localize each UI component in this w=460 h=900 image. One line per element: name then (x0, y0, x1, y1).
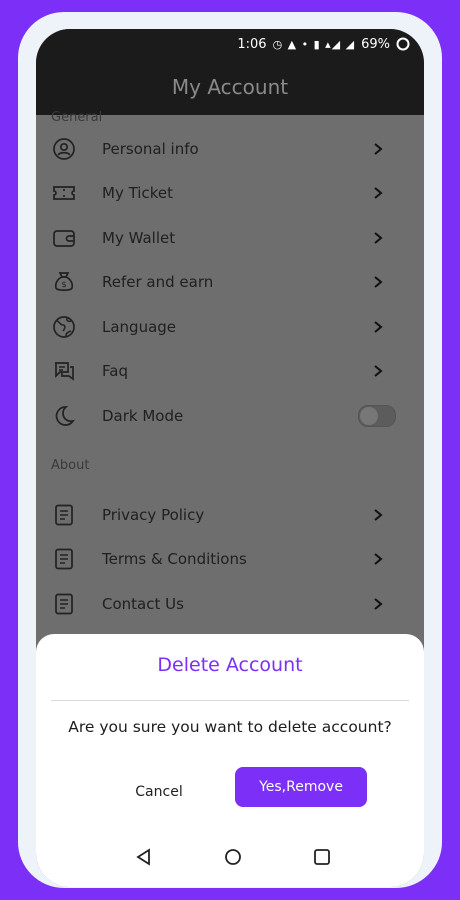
menu-item-label: Privacy Policy (102, 506, 205, 524)
menu-item-label: My Wallet (102, 229, 176, 247)
ticket-icon (53, 186, 75, 200)
status-bar: 1:06 ◷ ▲ • ▮ ▴◢ ◢ 69% (36, 29, 424, 59)
dialog-title: Delete Account (157, 654, 303, 676)
confirm-remove-button[interactable]: Yes,Remove (235, 767, 367, 807)
menu-item-language[interactable]: Language (36, 307, 424, 347)
chevron-right-icon (374, 232, 383, 244)
section-about-label: About (51, 458, 90, 473)
chevron-right-icon (374, 276, 383, 288)
menu-item-privacy-policy[interactable]: Privacy Policy (36, 495, 424, 535)
document-icon (55, 504, 73, 526)
moon-icon (55, 406, 75, 426)
home-icon[interactable] (223, 847, 243, 867)
phone-screen: 1:06 ◷ ▲ • ▮ ▴◢ ◢ 69% My Account General… (36, 29, 424, 887)
chevron-right-icon (374, 143, 383, 155)
globe-icon (53, 316, 75, 338)
page-title: My Account (171, 75, 289, 99)
menu-item-personal-info[interactable]: Personal info (36, 129, 424, 169)
dark-mode-toggle[interactable] (358, 405, 396, 427)
menu-item-label: Terms & Conditions (102, 550, 247, 568)
menu-item-label: My Ticket (102, 184, 173, 202)
menu-item-label: Dark Mode (102, 407, 184, 425)
chevron-right-icon (374, 187, 383, 199)
wallet-icon (53, 230, 75, 247)
document-icon (55, 593, 73, 615)
chat-question-icon (55, 362, 74, 381)
menu-item-label: Faq (102, 362, 128, 380)
menu-item-terms-conditions[interactable]: Terms & Conditions (36, 539, 424, 579)
chevron-right-icon (374, 509, 383, 521)
section-general-label: General (51, 110, 103, 125)
status-time: 1:06 (237, 36, 267, 52)
cancel-button[interactable]: Cancel (124, 772, 194, 812)
document-icon (55, 548, 73, 570)
svg-text:$: $ (61, 280, 66, 289)
chevron-right-icon (374, 598, 383, 610)
menu-item-contact-us[interactable]: Contact Us (36, 584, 424, 624)
back-icon[interactable] (134, 847, 154, 867)
menu-item-faq[interactable]: Faq (36, 351, 424, 391)
chevron-right-icon (374, 365, 383, 377)
android-nav-bar (36, 837, 424, 877)
app-bar: My Account (36, 59, 424, 115)
menu-item-my-wallet[interactable]: My Wallet (36, 218, 424, 258)
battery-icon (396, 37, 410, 51)
menu-item-my-ticket[interactable]: My Ticket (36, 173, 424, 213)
menu-item-label: Refer and earn (102, 273, 214, 291)
menu-item-dark-mode: Dark Mode (36, 396, 424, 436)
status-icons: ◷ ▲ • ▮ ▴◢ ◢ (272, 37, 356, 51)
dialog-divider (51, 700, 409, 701)
menu-item-label: Contact Us (102, 595, 184, 613)
chevron-right-icon (374, 321, 383, 333)
money-bag-icon: $ (54, 272, 74, 292)
person-icon (53, 138, 75, 160)
menu-item-label: Language (102, 318, 177, 336)
toggle-knob (360, 407, 378, 425)
recents-icon[interactable] (312, 847, 332, 867)
menu-item-refer-and-earn[interactable]: $ Refer and earn (36, 262, 424, 302)
battery-text: 69% (361, 36, 390, 52)
menu-item-label: Personal info (102, 140, 199, 158)
dialog-message: Are you sure you want to delete account? (68, 718, 392, 736)
chevron-right-icon (374, 553, 383, 565)
